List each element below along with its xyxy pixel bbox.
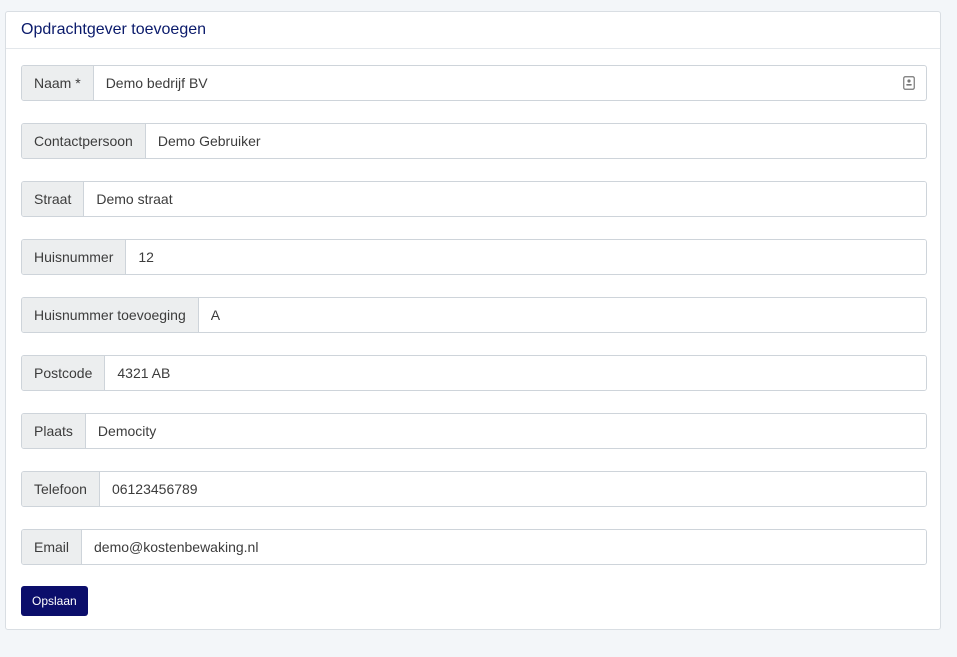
city-group: Plaats <box>21 413 927 449</box>
name-input[interactable] <box>93 66 892 100</box>
email-input[interactable] <box>82 530 926 564</box>
house-number-label: Huisnummer <box>22 240 127 274</box>
city-label: Plaats <box>22 414 86 448</box>
email-label: Email <box>22 530 83 564</box>
contact-card-icon[interactable] <box>892 66 926 100</box>
house-number-input[interactable] <box>126 240 926 274</box>
city-input[interactable] <box>85 414 926 448</box>
street-input[interactable] <box>84 182 926 216</box>
name-group: Naam * <box>21 65 927 101</box>
phone-label: Telefoon <box>22 472 100 506</box>
house-number-group: Huisnummer <box>21 239 927 275</box>
phone-input[interactable] <box>99 472 926 506</box>
email-group: Email <box>21 529 927 565</box>
card-header: Opdrachtgever toevoegen <box>6 12 940 49</box>
postcode-input[interactable] <box>105 356 926 390</box>
contact-person-input[interactable] <box>145 124 926 158</box>
save-button[interactable]: Opslaan <box>21 586 88 616</box>
house-number-addition-input[interactable] <box>198 298 926 332</box>
phone-group: Telefoon <box>21 471 927 507</box>
contact-person-label: Contactpersoon <box>22 124 146 158</box>
house-number-addition-label: Huisnummer toevoeging <box>22 298 199 332</box>
house-number-addition-group: Huisnummer toevoeging <box>21 297 927 333</box>
contact-person-group: Contactpersoon <box>21 123 927 159</box>
name-label: Naam * <box>22 66 94 100</box>
postcode-label: Postcode <box>22 356 106 390</box>
street-label: Straat <box>22 182 85 216</box>
page-title: Opdrachtgever toevoegen <box>21 21 207 38</box>
street-group: Straat <box>21 181 927 217</box>
postcode-group: Postcode <box>21 355 927 391</box>
add-client-card: Opdrachtgever toevoegen Naam * Contactpe… <box>5 11 941 630</box>
